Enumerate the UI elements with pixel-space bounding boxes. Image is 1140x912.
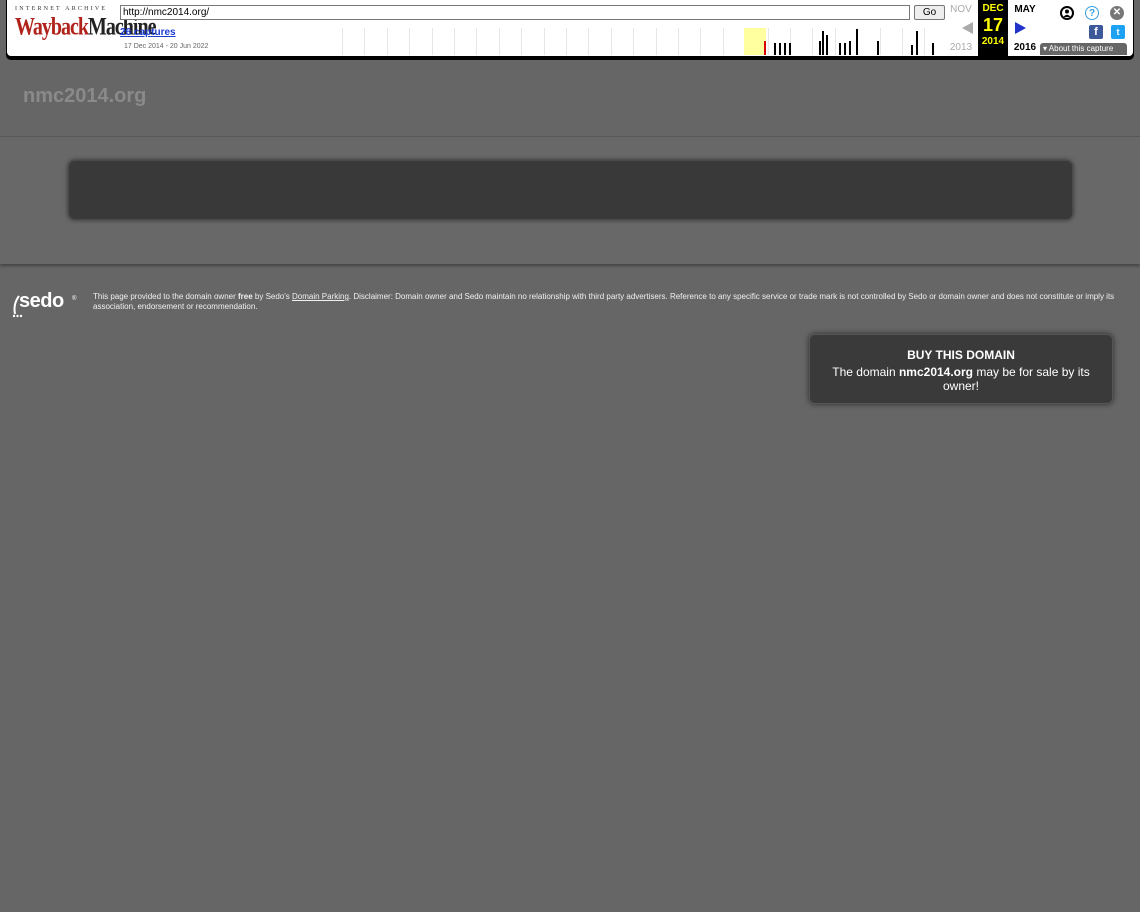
disclaimer-part: This page provided to the domain owner bbox=[93, 292, 238, 301]
facebook-icon[interactable]: f bbox=[1089, 25, 1103, 39]
buy-domain-name: nmc2014.org bbox=[898, 365, 974, 379]
sparkline-year-column bbox=[902, 28, 903, 55]
sparkline-capture-bar bbox=[849, 41, 851, 55]
sparkline-capture-bar bbox=[764, 41, 766, 55]
sparkline-capture-bar bbox=[779, 43, 781, 55]
sparkline-year-column bbox=[767, 28, 769, 55]
sedo-logo[interactable]: sedo ® bbox=[11, 290, 79, 322]
sparkline-year-column bbox=[342, 28, 343, 55]
sparkline-year-column bbox=[409, 28, 411, 55]
current-year: 2014 bbox=[981, 36, 1005, 47]
help-icon[interactable]: ? bbox=[1085, 6, 1099, 20]
sparkline-year-column bbox=[588, 28, 590, 55]
next-year-label[interactable]: 2016 bbox=[1010, 42, 1040, 53]
search-results-box[interactable] bbox=[68, 160, 1073, 220]
sparkline-year-column bbox=[812, 28, 814, 55]
internet-archive-label: INTERNET ARCHIVE bbox=[15, 6, 108, 12]
prev-year-label[interactable]: 2013 bbox=[946, 42, 976, 53]
sparkline-capture-bar bbox=[826, 35, 828, 55]
url-input[interactable]: http://nmc2014.org/ bbox=[120, 5, 910, 20]
prev-month-label[interactable]: NOV bbox=[946, 4, 976, 15]
sparkline-current-year-highlight bbox=[744, 28, 766, 55]
next-month-label[interactable]: MAY bbox=[1010, 4, 1040, 15]
sparkline-year-column bbox=[364, 28, 366, 55]
sparkline-year-column bbox=[431, 28, 433, 55]
wayback-logo[interactable]: INTERNET ARCHIVE WaybackMachine bbox=[15, 6, 156, 46]
sparkline-capture-bar bbox=[774, 43, 776, 55]
sparkline-capture-bar bbox=[856, 29, 858, 55]
sparkline-capture-bar bbox=[839, 43, 841, 55]
close-icon[interactable]: ✕ bbox=[1110, 6, 1124, 20]
sparkline-capture-bar bbox=[932, 43, 934, 55]
twitter-icon[interactable]: t bbox=[1111, 25, 1125, 39]
sparkline-capture-bar bbox=[784, 43, 786, 55]
search-band bbox=[0, 137, 1140, 264]
buy-domain-title[interactable]: BUY THIS DOMAIN bbox=[810, 348, 1112, 362]
sparkline-capture-bar bbox=[844, 43, 846, 55]
user-icon[interactable] bbox=[1060, 6, 1074, 20]
sparkline-capture-bar bbox=[877, 41, 879, 55]
wayback-machine-wordmark: WaybackMachine bbox=[15, 13, 156, 42]
sparkline-year-column bbox=[566, 28, 567, 55]
wayback-toolbar: INTERNET ARCHIVE WaybackMachine http://n… bbox=[6, 0, 1134, 57]
wordmark-part-a: Wayback bbox=[15, 13, 89, 41]
disclaimer-part: by Sedo's bbox=[252, 292, 292, 301]
sparkline-capture-bar bbox=[911, 45, 913, 55]
current-month: DEC bbox=[982, 3, 1004, 14]
buy-domain-box[interactable]: BUY THIS DOMAIN The domain nmc2014.org m… bbox=[809, 334, 1113, 404]
capture-sparkline[interactable] bbox=[342, 28, 942, 55]
sparkline-year-column bbox=[454, 28, 455, 55]
current-day: 17 bbox=[982, 15, 1004, 35]
prev-arrow-icon[interactable] bbox=[962, 22, 973, 34]
disclaimer-text: This page provided to the domain owner f… bbox=[93, 292, 1118, 312]
sparkline-capture-bar bbox=[819, 41, 821, 55]
buy-domain-text: The domain nmc2014.org may be for sale b… bbox=[810, 365, 1112, 393]
sparkline-capture-bar bbox=[789, 43, 791, 55]
registered-mark: ® bbox=[72, 296, 77, 302]
domain-parking-link[interactable]: Domain Parking bbox=[292, 292, 349, 301]
site-title[interactable]: nmc2014.org bbox=[23, 85, 146, 108]
sparkline-year-column bbox=[386, 28, 388, 55]
sparkline-year-column bbox=[834, 28, 836, 55]
sparkline-year-column bbox=[633, 28, 635, 55]
next-arrow-icon[interactable] bbox=[1015, 22, 1026, 34]
sparkline-year-column bbox=[521, 28, 523, 55]
sparkline-year-column bbox=[610, 28, 612, 55]
sparkline-year-column bbox=[655, 28, 657, 55]
sparkline-year-column bbox=[879, 28, 881, 55]
sparkline-year-column bbox=[924, 28, 926, 55]
capture-date-range: 17 Dec 2014 - 20 Jun 2022 bbox=[124, 43, 209, 50]
sparkline-year-column bbox=[498, 28, 500, 55]
buy-text-part: The domain bbox=[832, 365, 899, 379]
sedo-wordmark: sedo bbox=[19, 290, 64, 312]
about-capture-button[interactable]: ▾ About this capture bbox=[1040, 43, 1127, 55]
captures-link[interactable]: 26 captures bbox=[120, 27, 176, 38]
sparkline-capture-bar bbox=[916, 31, 918, 55]
sparkline-capture-bar bbox=[822, 31, 824, 55]
disclaimer-free: free bbox=[237, 292, 253, 301]
site-header: nmc2014.org bbox=[0, 60, 1140, 137]
sparkline-year-column bbox=[543, 28, 545, 55]
sparkline-year-column bbox=[700, 28, 702, 55]
about-capture-label: About this capture bbox=[1048, 44, 1114, 53]
sparkline-year-column bbox=[678, 28, 679, 55]
go-button[interactable]: Go bbox=[914, 5, 945, 20]
sparkline-year-column bbox=[476, 28, 478, 55]
current-capture-date: DEC 17 2014 bbox=[978, 0, 1008, 57]
sparkline-year-column bbox=[722, 28, 724, 55]
